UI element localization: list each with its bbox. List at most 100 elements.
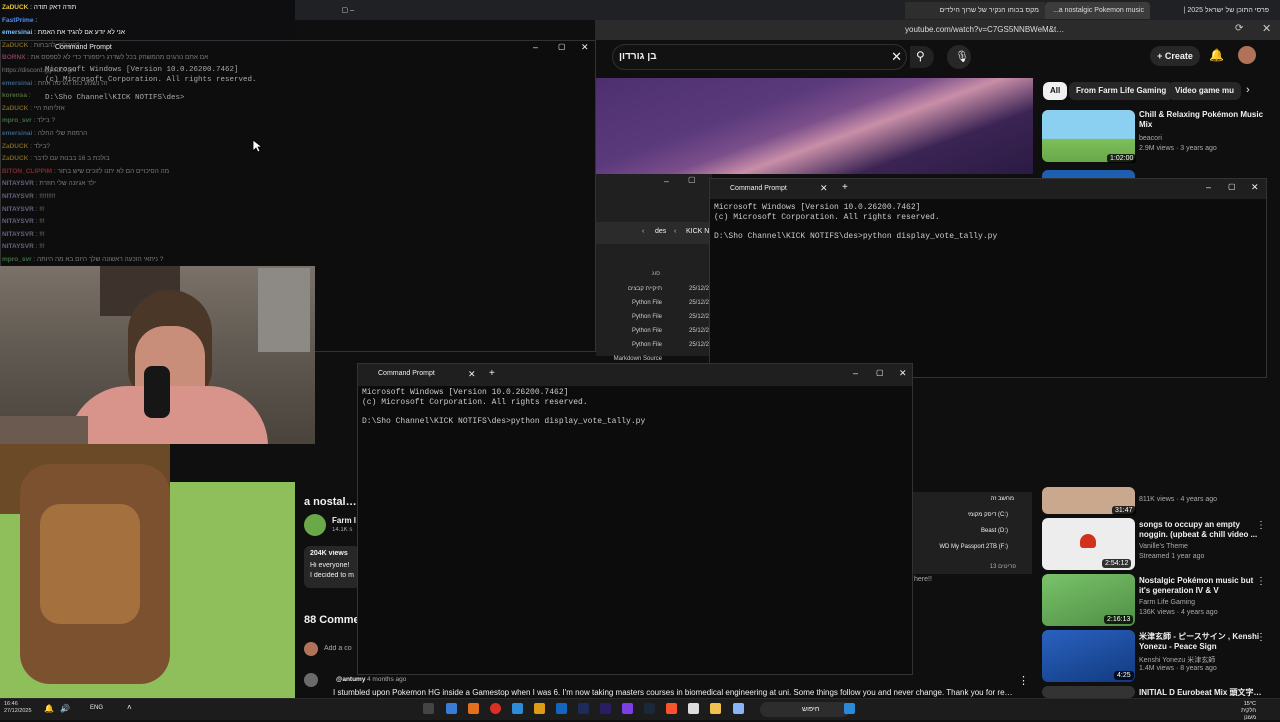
app-icon[interactable]: [556, 703, 567, 714]
speaker-icon[interactable]: 🔊: [60, 704, 70, 713]
reload-icon[interactable]: ⟳: [1235, 23, 1243, 34]
weather-widget[interactable]: 15°C חלקית מעונן: [1236, 701, 1256, 722]
app-icon[interactable]: [844, 703, 855, 714]
close-icon[interactable]: ✕: [1251, 182, 1259, 193]
app-icon[interactable]: [468, 703, 479, 714]
video-player[interactable]: [596, 78, 1033, 174]
taskbar-search[interactable]: חיפוש: [760, 702, 850, 717]
close-icon[interactable]: ✕: [1262, 22, 1271, 35]
app-icon[interactable]: [446, 703, 457, 714]
maximize-icon[interactable]: ▢: [1228, 182, 1236, 191]
file-row-type[interactable]: תיקיית קבצים: [600, 286, 662, 292]
comment-author[interactable]: @antumy: [336, 676, 365, 683]
more-options-icon[interactable]: ⋮: [1018, 674, 1029, 687]
folder-icon[interactable]: [710, 703, 721, 714]
close-icon[interactable]: ✕: [899, 368, 907, 379]
breadcrumb[interactable]: ‹ des ‹ KICK N: [596, 222, 712, 244]
file-row-type[interactable]: Python File: [600, 328, 662, 334]
tab-news-2[interactable]: פרסי התוכן של ישראל 2025 | הבנינים: [1155, 2, 1275, 31]
voice-search-button[interactable]: 🎙: [947, 45, 971, 69]
app-icon[interactable]: [733, 703, 744, 714]
bell-icon[interactable]: 🔔: [44, 704, 54, 713]
chip-all[interactable]: All: [1043, 82, 1068, 100]
new-tab-icon[interactable]: +: [842, 182, 848, 193]
recommendation-item[interactable]: INITIAL D Eurobeat Mix 頭文字D ...: [1042, 686, 1272, 698]
nav-item-drive-d[interactable]: Beast (D:): [981, 528, 1008, 534]
chat-username[interactable]: ZaDUCK: [2, 4, 28, 11]
file-row-type[interactable]: Markdown Source: [600, 356, 662, 362]
app-icon[interactable]: [666, 703, 677, 714]
more-options-icon[interactable]: ⋮: [1256, 576, 1266, 587]
close-icon[interactable]: ✕: [581, 42, 589, 53]
recommendation-item[interactable]: 2:54:12 songs to occupy an empty noggin.…: [1042, 518, 1272, 570]
file-row-type[interactable]: Python File: [600, 314, 662, 320]
close-tab-icon[interactable]: ✕: [820, 183, 828, 194]
minimize-icon[interactable]: –: [1206, 182, 1211, 192]
add-comment-input[interactable]: Add a co: [324, 645, 358, 652]
tab-active-youtube[interactable]: a nostalgic Pokemon music...: [1045, 2, 1150, 19]
recommendation-item[interactable]: 1:02:00 Chill & Relaxing Pokémon Music M…: [1042, 110, 1272, 165]
comments-header: 88 Comme: [304, 614, 360, 626]
chip-video-game-music[interactable]: Video game mu: [1168, 82, 1241, 100]
command-prompt-window-right[interactable]: Command Prompt ✕ + – ▢ ✕ Microsoft Windo…: [709, 178, 1267, 378]
language-indicator[interactable]: ENG: [90, 705, 103, 711]
nav-item-this-pc[interactable]: מחשב זה: [991, 496, 1014, 502]
recommendation-item[interactable]: 2:16:13 Nostalgic Pokémon music but it's…: [1042, 574, 1272, 626]
browser-tab-bar: – ▢ מקס בכוחו הנקיר של שרוך הילדים a nos…: [295, 0, 1280, 31]
create-button[interactable]: + Create: [1150, 46, 1200, 66]
search-button[interactable]: ⚲: [910, 46, 934, 68]
app-icon[interactable]: [512, 703, 523, 714]
chip-farm-life[interactable]: From Farm Life Gaming: [1069, 82, 1174, 100]
game-shadow: [170, 444, 295, 482]
terminal-output[interactable]: Microsoft Windows [Version 10.0.26200.74…: [45, 66, 257, 104]
app-icon[interactable]: [490, 703, 501, 714]
search-input[interactable]: בן גורדון ✕: [612, 44, 907, 70]
tab-window-controls[interactable]: – ▢: [300, 2, 360, 19]
app-icon[interactable]: [644, 703, 655, 714]
recommendation-item[interactable]: 4:25 米津玄師 - ピースサイン , Kenshi Yonezu - Pea…: [1042, 630, 1272, 682]
app-icon[interactable]: [578, 703, 589, 714]
clock[interactable]: 16:46 27/12/2025: [4, 701, 32, 715]
app-icon[interactable]: [534, 703, 545, 714]
maximize-icon[interactable]: ▢: [876, 368, 884, 377]
app-icon[interactable]: [688, 703, 699, 714]
watch-info-panel: a nostalgic Farm l 14.1K s 204K views Hi…: [296, 484, 360, 698]
maximize-icon[interactable]: ▢: [688, 175, 696, 184]
window-titlebar[interactable]: Command Prompt – ▢ ✕: [1, 41, 595, 57]
bell-icon[interactable]: 🔔: [1209, 48, 1224, 62]
app-icon[interactable]: [622, 703, 633, 714]
more-options-icon[interactable]: ⋮: [1256, 632, 1266, 643]
command-prompt-window-main[interactable]: Command Prompt ✕ + – ▢ ✕ Microsoft Windo…: [357, 363, 913, 675]
close-tab-icon[interactable]: ✕: [468, 369, 476, 380]
avatar[interactable]: [1238, 46, 1256, 64]
task-view-icon[interactable]: [423, 703, 434, 714]
terminal-output[interactable]: Microsoft Windows [Version 10.0.26200.74…: [362, 388, 645, 426]
file-row-type[interactable]: Python File: [600, 300, 662, 306]
more-options-icon[interactable]: ⋮: [1256, 520, 1266, 531]
minimize-icon[interactable]: –: [853, 368, 858, 378]
description-box[interactable]: 204K views Hi everyone! I decided to m: [304, 546, 360, 588]
comment-fragment: here!!: [914, 576, 932, 583]
column-header-type[interactable]: סוג: [652, 271, 660, 277]
minimize-icon[interactable]: –: [533, 42, 538, 52]
address-bar[interactable]: youtube.com/watch?v=C7GS5NNBWeM&t=4513s: [905, 23, 1065, 37]
chat-username[interactable]: FastPrime: [2, 17, 33, 24]
file-row-type[interactable]: Python File: [600, 342, 662, 348]
channel-name[interactable]: Farm l: [332, 516, 356, 525]
chevron-right-icon[interactable]: ›: [1246, 84, 1250, 96]
terminal-output[interactable]: Microsoft Windows [Version 10.0.26200.74…: [714, 203, 997, 241]
nav-item-drive-f[interactable]: WD My Passport 2TB (F:): [939, 544, 1008, 550]
channel-avatar[interactable]: [304, 514, 326, 536]
chat-username[interactable]: emersinai: [2, 29, 32, 36]
recommendation-item[interactable]: 31:47 811K views · 4 years ago: [1042, 487, 1272, 517]
nav-item-drive-c[interactable]: דיסק מקומי (C:): [968, 512, 1008, 518]
app-icon[interactable]: [600, 703, 611, 714]
clear-icon[interactable]: ✕: [891, 49, 902, 65]
tab-news[interactable]: מקס בכוחו הנקיר של שרוך הילדים: [905, 2, 1045, 19]
window-titlebar[interactable]: Command Prompt ✕ + – ▢ ✕: [710, 179, 1266, 199]
new-tab-icon[interactable]: +: [489, 368, 495, 379]
chevron-up-icon[interactable]: ˄: [127, 703, 132, 712]
minimize-icon[interactable]: –: [664, 176, 669, 186]
window-titlebar[interactable]: Command Prompt ✕ + – ▢ ✕: [358, 364, 912, 386]
maximize-icon[interactable]: ▢: [558, 42, 566, 51]
